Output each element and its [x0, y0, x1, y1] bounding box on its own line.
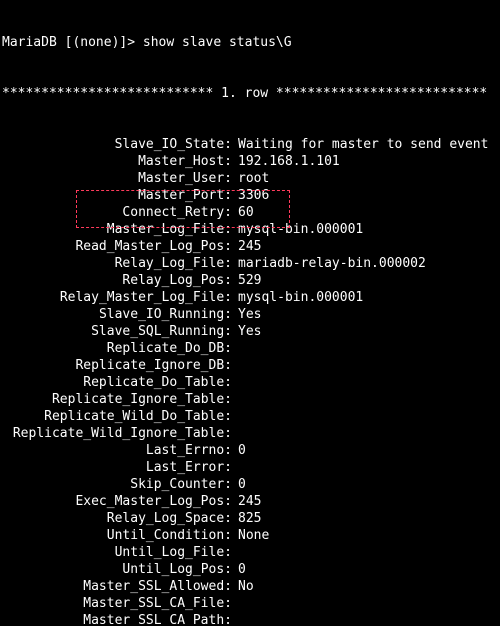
- field-value: 0: [238, 561, 246, 578]
- field-label: Connect_Retry:: [2, 204, 238, 221]
- field-value: mysql-bin.000001: [238, 221, 363, 238]
- field-label: Relay_Log_Pos:: [2, 272, 238, 289]
- field-value: mariadb-relay-bin.000002: [238, 255, 426, 272]
- field-label: Slave_IO_Running:: [2, 306, 238, 323]
- status-row: Connect_Retry:60: [2, 204, 498, 221]
- status-row: Relay_Log_Pos:529: [2, 272, 498, 289]
- status-row: Until_Condition:None: [2, 527, 498, 544]
- field-label: Master_Port:: [2, 187, 238, 204]
- status-row: Master_SSL_CA_Path:: [2, 612, 498, 626]
- status-row: Master_Log_File:mysql-bin.000001: [2, 221, 498, 238]
- field-value: mysql-bin.000001: [238, 289, 363, 306]
- status-row: Replicate_Ignore_Table:: [2, 391, 498, 408]
- field-value: 529: [238, 272, 261, 289]
- status-row: Skip_Counter:0: [2, 476, 498, 493]
- status-fields: Slave_IO_State:Waiting for master to sen…: [2, 136, 498, 626]
- field-label: Slave_SQL_Running:: [2, 323, 238, 340]
- field-value: 0: [238, 476, 246, 493]
- field-label: Replicate_Do_DB:: [2, 340, 238, 357]
- status-row: Read_Master_Log_Pos:245: [2, 238, 498, 255]
- field-value: No: [238, 578, 254, 595]
- status-row: Master_SSL_Allowed:No: [2, 578, 498, 595]
- field-value: 825: [238, 510, 261, 527]
- field-label: Last_Errno:: [2, 442, 238, 459]
- field-value: Yes: [238, 323, 261, 340]
- row-header: *************************** 1. row *****…: [2, 85, 498, 102]
- status-row: Replicate_Ignore_DB:: [2, 357, 498, 374]
- field-label: Until_Log_Pos:: [2, 561, 238, 578]
- status-row: Slave_SQL_Running:Yes: [2, 323, 498, 340]
- field-value: None: [238, 527, 269, 544]
- status-row: Master_User:root: [2, 170, 498, 187]
- status-row: Replicate_Wild_Do_Table:: [2, 408, 498, 425]
- field-label: Master_User:: [2, 170, 238, 187]
- status-row: Master_Port:3306: [2, 187, 498, 204]
- status-row: Slave_IO_State:Waiting for master to sen…: [2, 136, 498, 153]
- field-label: Master_SSL_CA_Path:: [2, 612, 238, 626]
- field-label: Replicate_Do_Table:: [2, 374, 238, 391]
- status-row: Relay_Master_Log_File:mysql-bin.000001: [2, 289, 498, 306]
- field-label: Relay_Log_Space:: [2, 510, 238, 527]
- field-label: Last_Error:: [2, 459, 238, 476]
- status-row: Slave_IO_Running:Yes: [2, 306, 498, 323]
- status-row: Until_Log_File:: [2, 544, 498, 561]
- field-value: 245: [238, 493, 261, 510]
- terminal-output: MariaDB [(none)]> show slave status\G **…: [0, 0, 500, 626]
- field-value: Yes: [238, 306, 261, 323]
- status-row: Replicate_Do_DB:: [2, 340, 498, 357]
- status-row: Exec_Master_Log_Pos:245: [2, 493, 498, 510]
- status-row: Replicate_Wild_Ignore_Table:: [2, 425, 498, 442]
- field-label: Exec_Master_Log_Pos:: [2, 493, 238, 510]
- status-row: Relay_Log_Space:825: [2, 510, 498, 527]
- field-label: Replicate_Ignore_Table:: [2, 391, 238, 408]
- status-row: Master_SSL_CA_File:: [2, 595, 498, 612]
- field-label: Slave_IO_State:: [2, 136, 238, 153]
- field-label: Relay_Log_File:: [2, 255, 238, 272]
- field-label: Master_Host:: [2, 153, 238, 170]
- field-label: Master_SSL_CA_File:: [2, 595, 238, 612]
- field-value: 60: [238, 204, 254, 221]
- field-label: Read_Master_Log_Pos:: [2, 238, 238, 255]
- status-row: Master_Host:192.168.1.101: [2, 153, 498, 170]
- field-value: 3306: [238, 187, 269, 204]
- field-label: Master_Log_File:: [2, 221, 238, 238]
- field-label: Relay_Master_Log_File:: [2, 289, 238, 306]
- status-row: Last_Errno:0: [2, 442, 498, 459]
- field-label: Until_Log_File:: [2, 544, 238, 561]
- field-value: 0: [238, 442, 246, 459]
- status-row: Last_Error:: [2, 459, 498, 476]
- field-label: Until_Condition:: [2, 527, 238, 544]
- status-row: Relay_Log_File:mariadb-relay-bin.000002: [2, 255, 498, 272]
- field-value: 192.168.1.101: [238, 153, 340, 170]
- status-row: Replicate_Do_Table:: [2, 374, 498, 391]
- field-label: Replicate_Wild_Ignore_Table:: [2, 425, 238, 442]
- field-label: Master_SSL_Allowed:: [2, 578, 238, 595]
- field-label: Replicate_Ignore_DB:: [2, 357, 238, 374]
- field-label: Skip_Counter:: [2, 476, 238, 493]
- field-value: Waiting for master to send event: [238, 136, 488, 153]
- prompt-line: MariaDB [(none)]> show slave status\G: [2, 34, 498, 51]
- field-label: Replicate_Wild_Do_Table:: [2, 408, 238, 425]
- field-value: root: [238, 170, 269, 187]
- status-row: Until_Log_Pos:0: [2, 561, 498, 578]
- field-value: 245: [238, 238, 261, 255]
